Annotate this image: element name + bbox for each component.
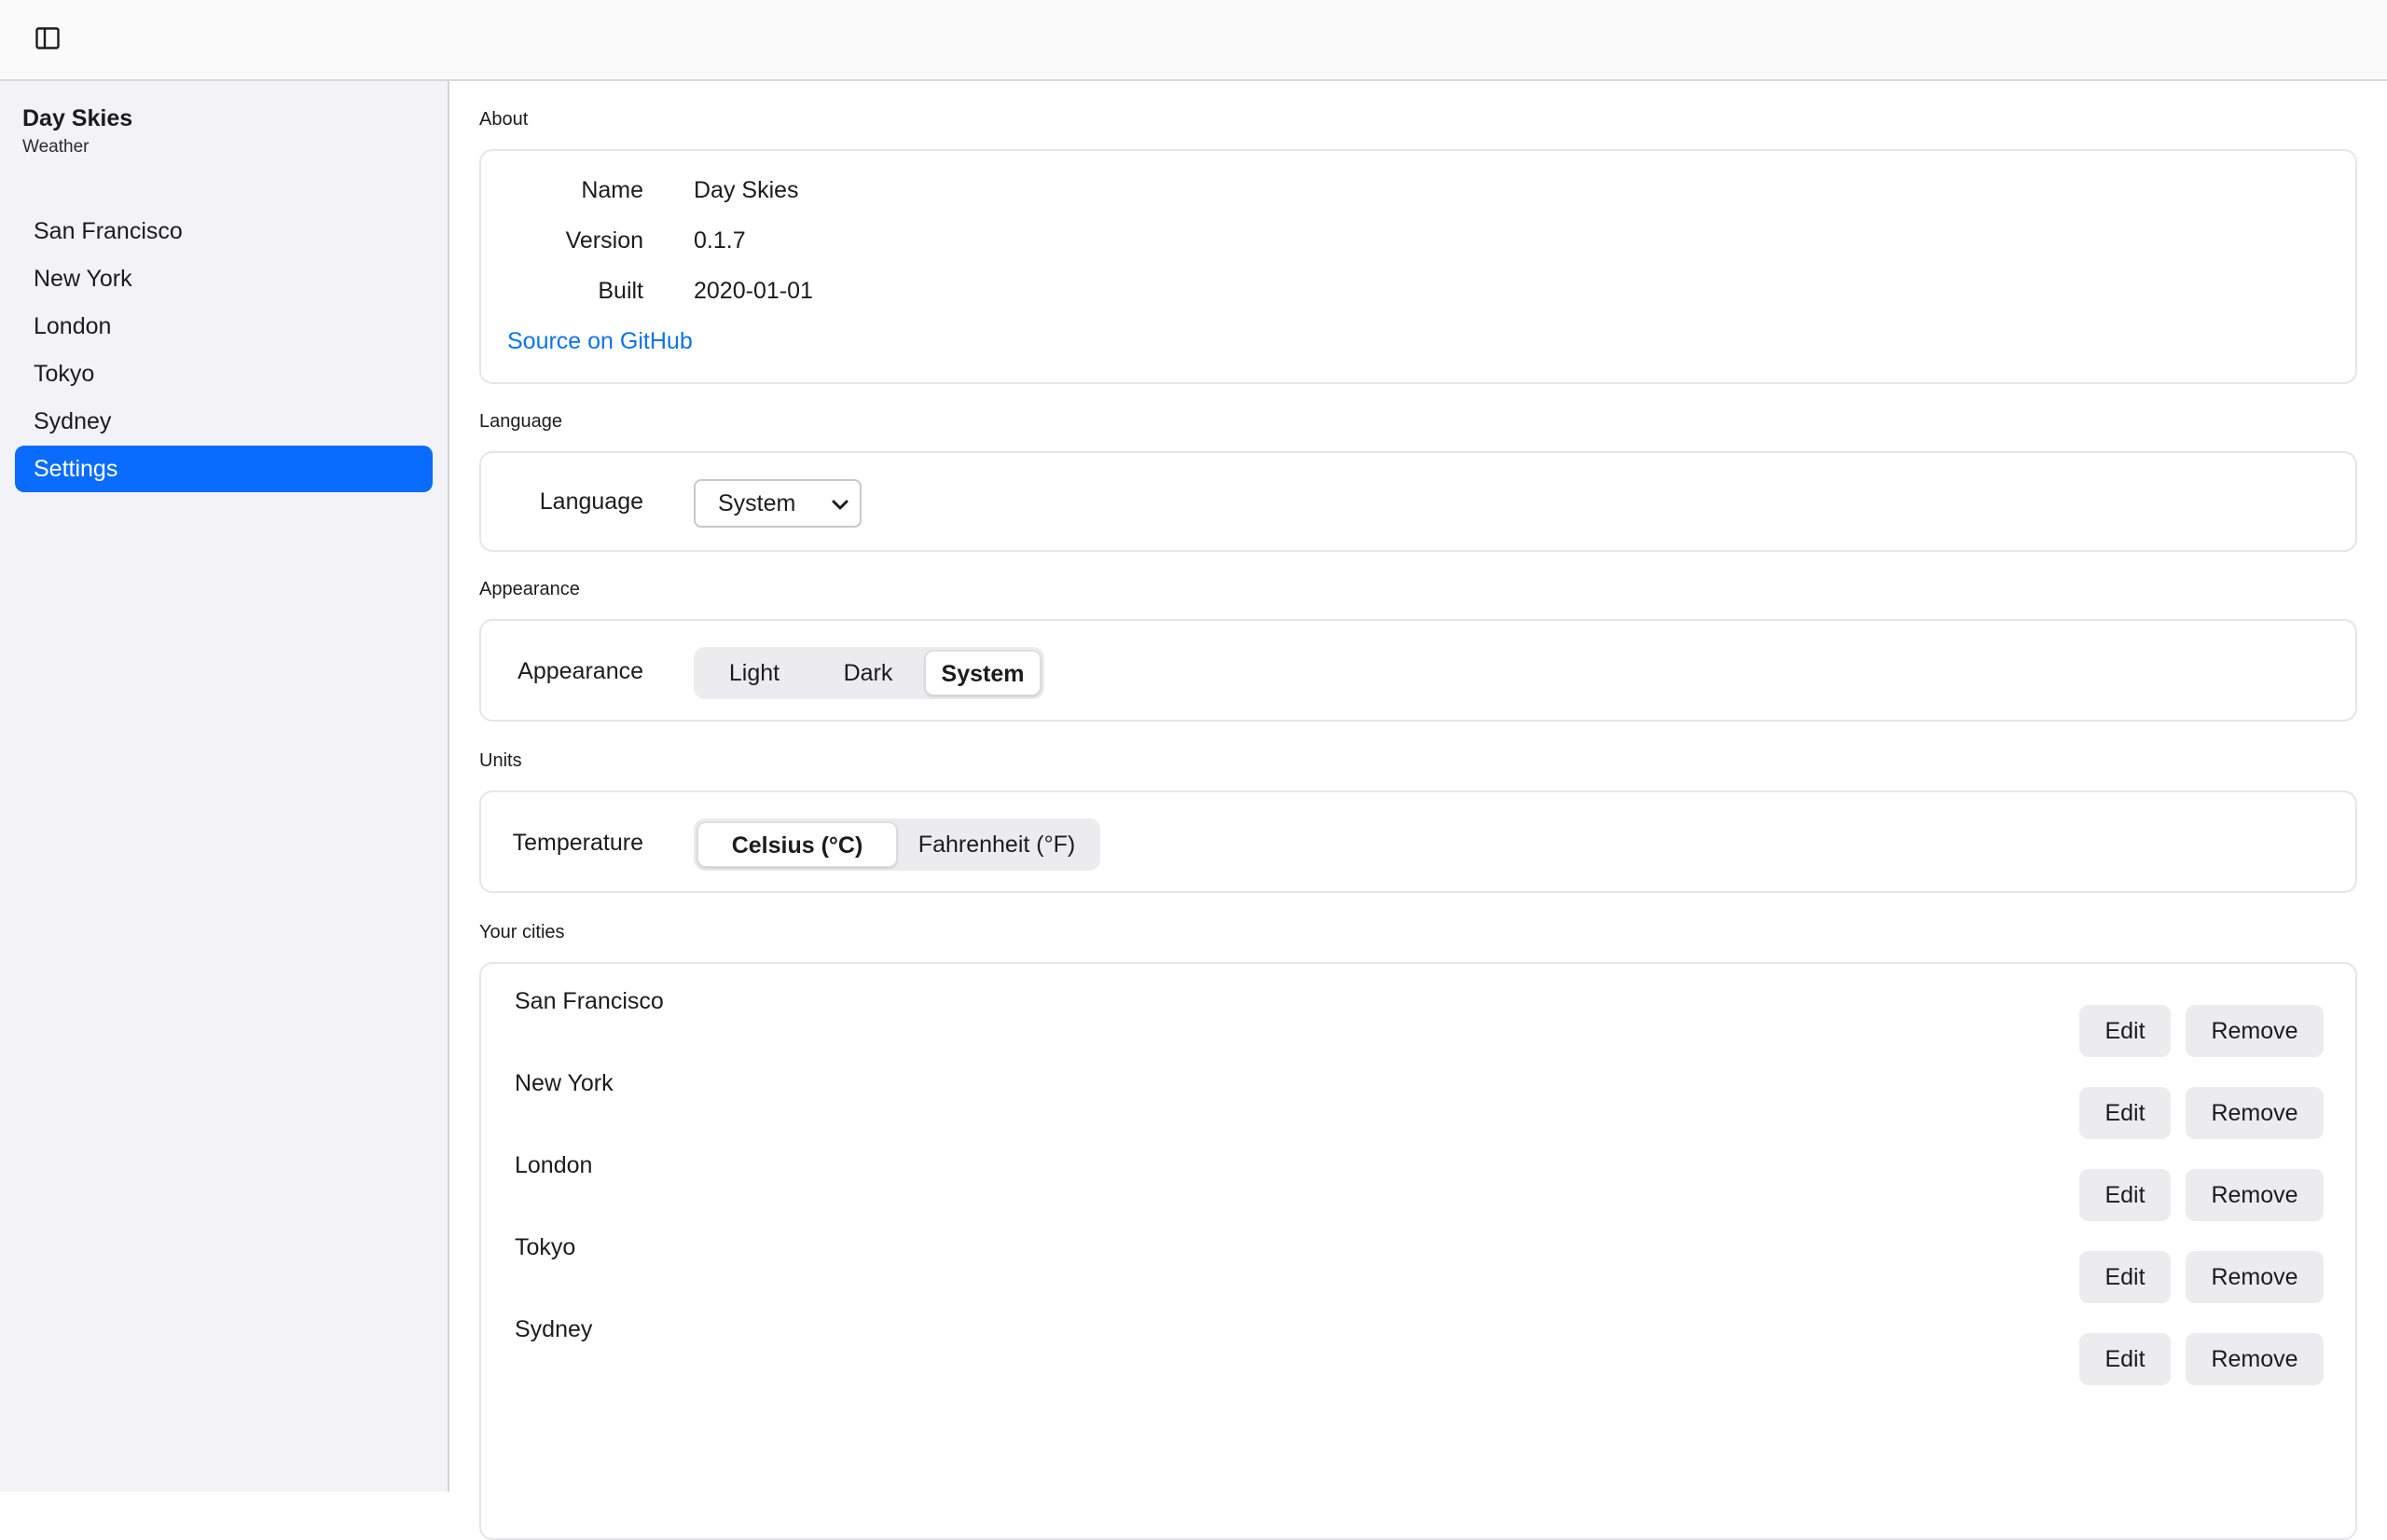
section-label-your-cities: Your cities	[479, 922, 565, 942]
sidebar-icon	[35, 26, 60, 54]
about-name-value: Day Skies	[694, 177, 799, 203]
city-name: Sydney	[515, 1316, 593, 1342]
appearance-row-label: Appearance	[517, 658, 643, 684]
language-select[interactable]: System	[694, 479, 862, 528]
temperature-option-celsius[interactable]: Celsius (°C)	[697, 822, 897, 867]
appearance-card: Appearance Light Dark System	[479, 619, 2357, 722]
sidebar-nav: San Francisco New York London Tokyo Sydn…	[15, 208, 433, 493]
appearance-segmented-control: Light Dark System	[694, 647, 1044, 699]
city-row: San Francisco Edit Remove	[481, 964, 2355, 1057]
city-row: New York Edit Remove	[481, 1046, 2355, 1139]
sidebar-item-tokyo[interactable]: Tokyo	[15, 351, 433, 397]
app-subtitle: Weather	[22, 137, 90, 157]
language-select-value: System	[718, 489, 796, 516]
appearance-option-system[interactable]: System	[925, 651, 1041, 695]
sidebar-item-sydney[interactable]: Sydney	[15, 398, 433, 445]
temperature-segmented-control: Celsius (°C) Fahrenheit (°F)	[694, 818, 1100, 871]
temperature-row-label: Temperature	[512, 830, 643, 856]
about-built-value: 2020-01-01	[694, 278, 813, 304]
chevron-down-icon	[830, 494, 850, 521]
about-card: Name Day Skies Version 0.1.7 Built 2020-…	[479, 149, 2357, 384]
city-row: Sydney Edit Remove	[481, 1292, 2355, 1385]
appearance-option-dark[interactable]: Dark	[811, 651, 925, 695]
city-name: San Francisco	[515, 988, 664, 1014]
city-name: Tokyo	[515, 1234, 576, 1260]
top-bar	[0, 0, 2387, 81]
remove-city-button[interactable]: Remove	[2186, 1333, 2324, 1385]
city-row: London Edit Remove	[481, 1128, 2355, 1221]
section-label-language: Language	[479, 411, 562, 432]
sidebar-item-london[interactable]: London	[15, 303, 433, 350]
units-card: Temperature Celsius (°C) Fahrenheit (°F)	[479, 791, 2357, 893]
about-version-value: 0.1.7	[694, 227, 746, 254]
sidebar-toggle-button[interactable]	[26, 21, 69, 60]
app-name: Day Skies	[22, 105, 133, 131]
sidebar-item-new-york[interactable]: New York	[15, 255, 433, 302]
appearance-option-light[interactable]: Light	[697, 651, 811, 695]
source-github-link[interactable]: Source on GitHub	[507, 328, 693, 355]
cities-card: San Francisco Edit Remove New York Edit …	[479, 962, 2357, 1540]
section-label-units: Units	[479, 750, 522, 771]
about-built-key: Built	[598, 278, 643, 304]
city-name: London	[515, 1152, 593, 1178]
settings-main: About Name Day Skies Version 0.1.7 Built…	[451, 83, 2387, 1540]
sidebar-item-settings[interactable]: Settings	[15, 446, 433, 492]
city-row: Tokyo Edit Remove	[481, 1210, 2355, 1303]
section-label-appearance: Appearance	[479, 579, 580, 599]
about-version-key: Version	[565, 227, 643, 254]
temperature-option-fahrenheit[interactable]: Fahrenheit (°F)	[897, 822, 1097, 867]
city-name: New York	[515, 1070, 614, 1096]
language-row-label: Language	[539, 488, 643, 515]
section-label-about: About	[479, 109, 529, 130]
sidebar-item-san-francisco[interactable]: San Francisco	[15, 208, 433, 254]
edit-city-button[interactable]: Edit	[2079, 1333, 2171, 1385]
about-name-key: Name	[581, 177, 643, 203]
sidebar: Day Skies Weather San Francisco New York…	[0, 81, 449, 1492]
language-card: Language System	[479, 451, 2357, 552]
